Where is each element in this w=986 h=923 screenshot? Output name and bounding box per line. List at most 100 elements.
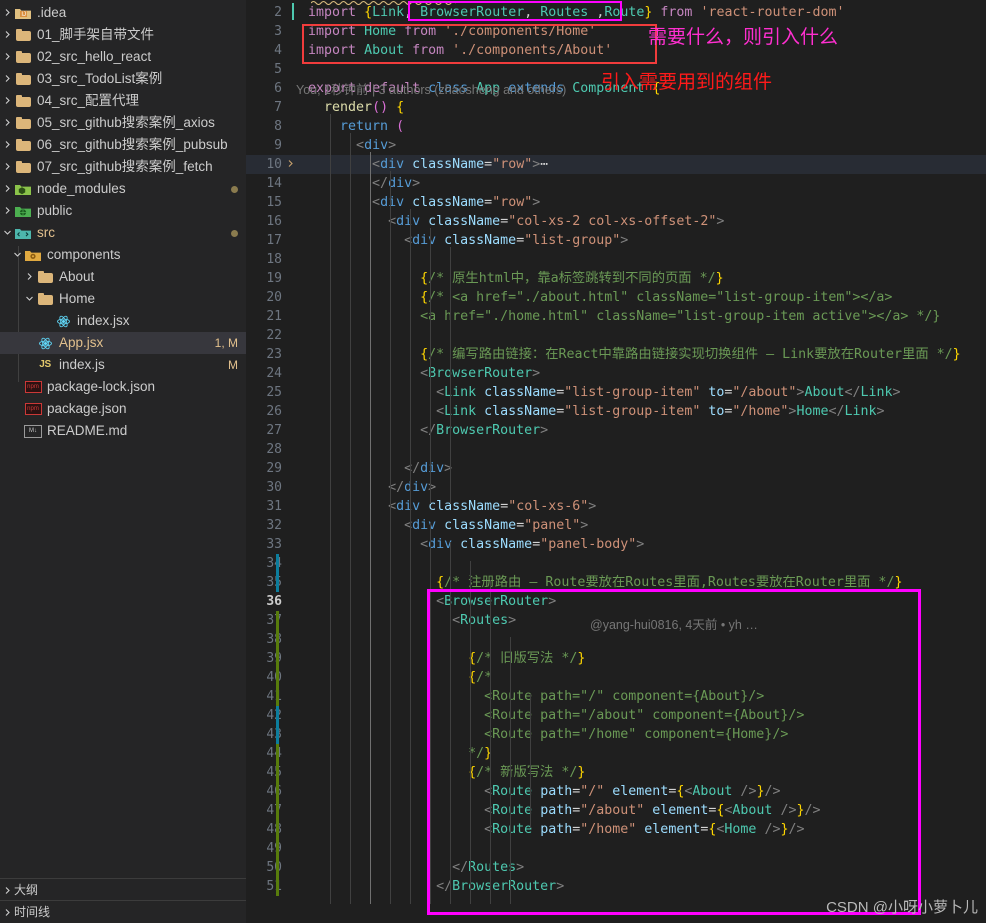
react-icon — [54, 314, 72, 329]
code-line[interactable]: 30 </div> — [246, 478, 986, 497]
timeline-panel-label: 时间线 — [14, 905, 51, 919]
code-line[interactable]: 35 {/* 注册路由 — Route要放在Routes里面,Routes要放在… — [246, 573, 986, 592]
code-line[interactable]: 44 */} — [246, 744, 986, 763]
tree-item-package.json[interactable]: npm package.json — [0, 398, 246, 420]
chevron-right-icon[interactable] — [0, 156, 14, 178]
code-line[interactable]: 20 {/* <a href="./about.html" className=… — [246, 288, 986, 307]
code-line[interactable]: 14 </div> — [246, 174, 986, 193]
chevron-right-icon[interactable] — [0, 24, 14, 46]
code-line[interactable]: 42 <Route path="/about" component={About… — [246, 706, 986, 725]
tree-item-04_src_[interactable]: 04_src_配置代理 — [0, 90, 246, 112]
code-line[interactable]: 7 render() { — [246, 98, 986, 117]
chevron-right-icon[interactable] — [0, 200, 14, 222]
code-line[interactable]: 40 {/* — [246, 668, 986, 687]
code-line[interactable]: 39 {/* 旧版写法 */} — [246, 649, 986, 668]
code-line[interactable]: 25 <Link className="list-group-item" to=… — [246, 383, 986, 402]
code-line[interactable]: 23 {/* 编写路由链接：在React中靠路由链接实现切换组件 — Link要… — [246, 345, 986, 364]
code-line[interactable]: 2 import {Link, BrowserRouter, Routes ,Ro… — [246, 3, 986, 22]
code-line[interactable]: 16 <div className="col-xs-2 col-xs-offse… — [246, 212, 986, 231]
chevron-right-icon[interactable] — [0, 90, 14, 112]
code-line[interactable]: 3 import Home from './components/Home' — [246, 22, 986, 41]
tree-item-07_src_github_fetch[interactable]: 07_src_github搜索案例_fetch — [0, 156, 246, 178]
js-icon: JS — [39, 359, 51, 370]
line-number: 36 — [266, 594, 282, 609]
code-line[interactable]: 48 <Route path="/home" element={<Home />… — [246, 820, 986, 839]
code-line[interactable]: 36 <BrowserRouter> — [246, 592, 986, 611]
code-line[interactable]: 9 <div> — [246, 136, 986, 155]
line-number: 16 — [266, 214, 282, 229]
tree-item-package-lock.json[interactable]: npm package-lock.json — [0, 376, 246, 398]
tree-item-home[interactable]: Home — [0, 288, 246, 310]
tree-item-05_src_github_axios[interactable]: 05_src_github搜索案例_axios — [0, 112, 246, 134]
code-text: <div className="row">⋯ — [372, 157, 549, 172]
code-line[interactable]: 31 <div className="col-xs-6"> — [246, 497, 986, 516]
code-line[interactable]: 4 import About from './components/About' — [246, 41, 986, 60]
code-line[interactable]: 49 — [246, 839, 986, 858]
code-lines[interactable]: 2 import {Link, BrowserRouter, Routes ,Ro… — [246, 0, 986, 923]
chevron-right-icon[interactable] — [0, 46, 14, 68]
chevron-right-icon[interactable] — [0, 112, 14, 134]
indent-guide — [350, 133, 351, 904]
code-line[interactable]: 26 <Link className="list-group-item" to=… — [246, 402, 986, 421]
tree-item-01_[interactable]: 01_脚手架自带文件 — [0, 24, 246, 46]
tree-item-readme.md[interactable]: M↓ README.md — [0, 420, 246, 442]
code-line[interactable]: 24 <BrowserRouter> — [246, 364, 986, 383]
code-text: <div className="panel-body"> — [420, 537, 645, 552]
tree-item-02_src_hello_react[interactable]: 02_src_hello_react — [0, 46, 246, 68]
gutter-added-marker — [276, 801, 279, 820]
tree-item-06_src_github_pubsub[interactable]: 06_src_github搜索案例_pubsub — [0, 134, 246, 156]
code-line[interactable]: 51 </BrowserRouter> — [246, 877, 986, 896]
tree-item-app.jsx[interactable]: App.jsx 1, M — [0, 332, 246, 354]
timeline-panel-header[interactable]: 时间线 — [0, 900, 246, 923]
tree-item-index.jsx[interactable]: index.jsx — [0, 310, 246, 332]
code-line[interactable]: 19 {/* 原生html中，靠a标签跳转到不同的页面 */} — [246, 269, 986, 288]
chevron-down-icon[interactable] — [0, 222, 14, 244]
code-text: </BrowserRouter> — [420, 423, 549, 438]
tree-item-src[interactable]: src — [0, 222, 246, 244]
code-line[interactable]: 15 <div className="row"> — [246, 193, 986, 212]
tree-item-public[interactable]: public — [0, 200, 246, 222]
code-line[interactable]: 22 — [246, 326, 986, 345]
fold-chevron-right-icon[interactable] — [286, 155, 298, 174]
code-line[interactable]: 41 <Route path="/" component={About}/> — [246, 687, 986, 706]
code-editor[interactable]: 2 import {Link, BrowserRouter, Routes ,Ro… — [246, 0, 986, 923]
tree-item-node_modules[interactable]: node_modules — [0, 178, 246, 200]
code-line[interactable]: 46 <Route path="/" element={<About />}/> — [246, 782, 986, 801]
code-line[interactable]: 18 — [246, 250, 986, 269]
line-number: 10 — [266, 157, 282, 172]
outline-panel-header[interactable]: 大纲 — [0, 878, 246, 901]
tree-item-components[interactable]: components — [0, 244, 246, 266]
code-line[interactable]: 28 — [246, 440, 986, 459]
code-line[interactable]: 45 {/* 新版写法 */} — [246, 763, 986, 782]
code-line[interactable]: 8 return ( — [246, 117, 986, 136]
line-number: 6 — [274, 81, 282, 96]
code-line[interactable]: 32 <div className="panel"> — [246, 516, 986, 535]
file-tree[interactable]: IJ .idea 01_脚手架自带文件 02_src_hello_react 03_sr… — [0, 0, 246, 442]
chevron-down-icon[interactable] — [22, 288, 36, 310]
tree-item-index.js[interactable]: JS index.js M — [0, 354, 246, 376]
chevron-right-icon[interactable] — [0, 901, 14, 923]
code-text: <a href="./home.html" className="list-gr… — [308, 309, 941, 324]
code-line[interactable]: 47 <Route path="/about" element={<About … — [246, 801, 986, 820]
code-line[interactable]: 27 </BrowserRouter> — [246, 421, 986, 440]
code-line[interactable]: 33 <div className="panel-body"> — [246, 535, 986, 554]
tree-item-03_src_todolist[interactable]: 03_src_TodoList案例 — [0, 68, 246, 90]
chevron-right-icon[interactable] — [0, 68, 14, 90]
chevron-right-icon[interactable] — [0, 2, 14, 24]
code-line[interactable]: 43 <Route path="/home" component={Home}/… — [246, 725, 986, 744]
chevron-right-icon[interactable] — [0, 879, 14, 901]
code-line[interactable]: 17 <div className="list-group"> — [246, 231, 986, 250]
tree-item-.idea[interactable]: IJ .idea — [0, 2, 246, 24]
tree-item-about[interactable]: About — [0, 266, 246, 288]
code-line[interactable]: 10 <div className="row">⋯ — [246, 155, 986, 174]
annotation-note-magenta: 需要什么，则引入什么 — [648, 27, 839, 48]
chevron-right-icon[interactable] — [22, 266, 36, 288]
chevron-right-icon[interactable] — [0, 134, 14, 156]
indent-guide — [410, 209, 411, 904]
code-line[interactable]: 29 </div> — [246, 459, 986, 478]
chevron-right-icon[interactable] — [0, 178, 14, 200]
code-line[interactable]: 50 </Routes> — [246, 858, 986, 877]
code-line[interactable]: 34 — [246, 554, 986, 573]
chevron-down-icon[interactable] — [10, 244, 24, 266]
code-line[interactable]: 21 <a href="./home.html" className="list… — [246, 307, 986, 326]
